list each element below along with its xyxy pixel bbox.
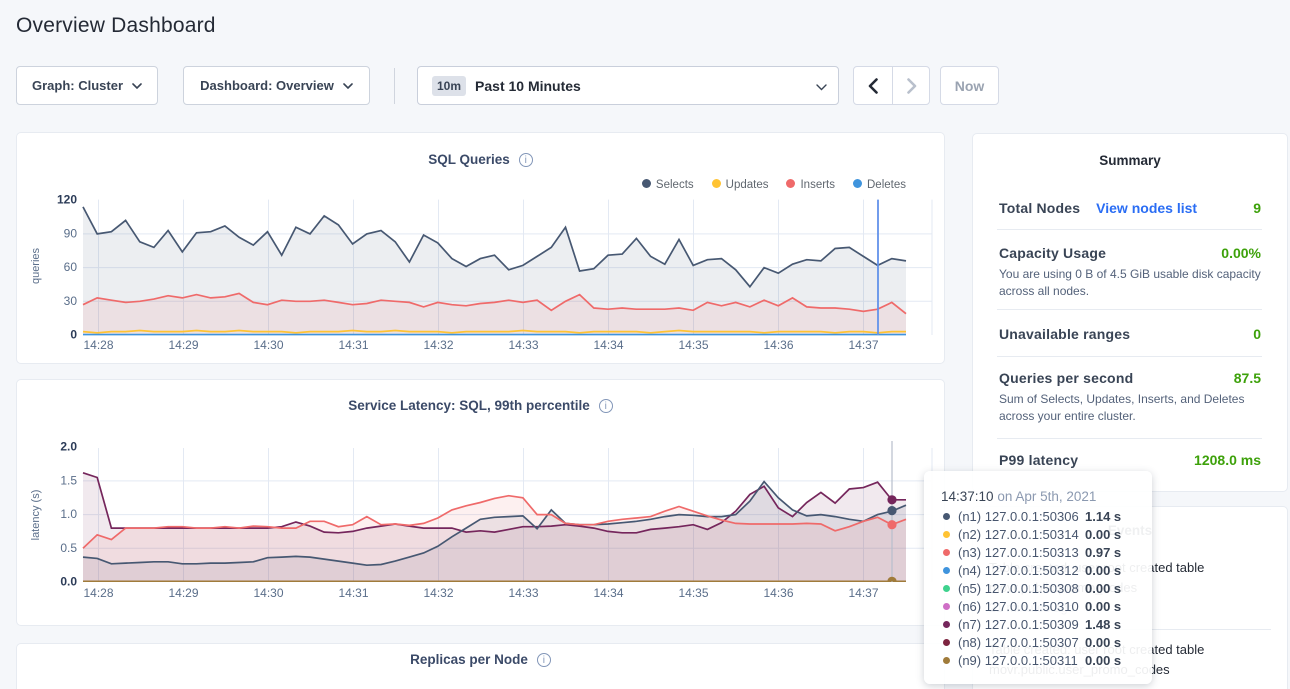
- svg-text:14:36: 14:36: [763, 338, 793, 352]
- svg-text:14:37: 14:37: [848, 338, 878, 352]
- svg-text:2.0: 2.0: [60, 440, 77, 454]
- svg-text:1.5: 1.5: [60, 473, 77, 487]
- svg-text:120: 120: [57, 193, 77, 207]
- svg-text:14:31: 14:31: [338, 586, 368, 600]
- svg-text:14:31: 14:31: [338, 338, 368, 352]
- svg-text:60: 60: [64, 260, 78, 274]
- svg-text:14:32: 14:32: [423, 338, 453, 352]
- svg-text:0.5: 0.5: [60, 541, 77, 555]
- svg-text:1.0: 1.0: [60, 507, 77, 521]
- svg-text:0: 0: [70, 328, 77, 342]
- svg-text:14:33: 14:33: [508, 338, 538, 352]
- svg-text:14:36: 14:36: [763, 586, 793, 600]
- svg-text:14:34: 14:34: [593, 338, 623, 352]
- svg-text:90: 90: [64, 226, 78, 240]
- svg-text:14:35: 14:35: [678, 338, 708, 352]
- svg-text:14:28: 14:28: [83, 586, 113, 600]
- svg-text:14:30: 14:30: [253, 586, 283, 600]
- svg-text:14:35: 14:35: [678, 586, 708, 600]
- svg-text:14:32: 14:32: [423, 586, 453, 600]
- svg-text:0.0: 0.0: [60, 575, 77, 589]
- svg-text:14:34: 14:34: [593, 586, 623, 600]
- svg-text:30: 30: [64, 294, 78, 308]
- svg-text:14:37: 14:37: [848, 586, 878, 600]
- svg-text:14:28: 14:28: [83, 338, 113, 352]
- svg-text:latency (s): latency (s): [30, 490, 42, 541]
- svg-text:14:29: 14:29: [168, 586, 198, 600]
- svg-text:14:29: 14:29: [168, 338, 198, 352]
- svg-text:queries: queries: [30, 247, 42, 284]
- svg-text:14:30: 14:30: [253, 338, 283, 352]
- svg-text:14:33: 14:33: [508, 586, 538, 600]
